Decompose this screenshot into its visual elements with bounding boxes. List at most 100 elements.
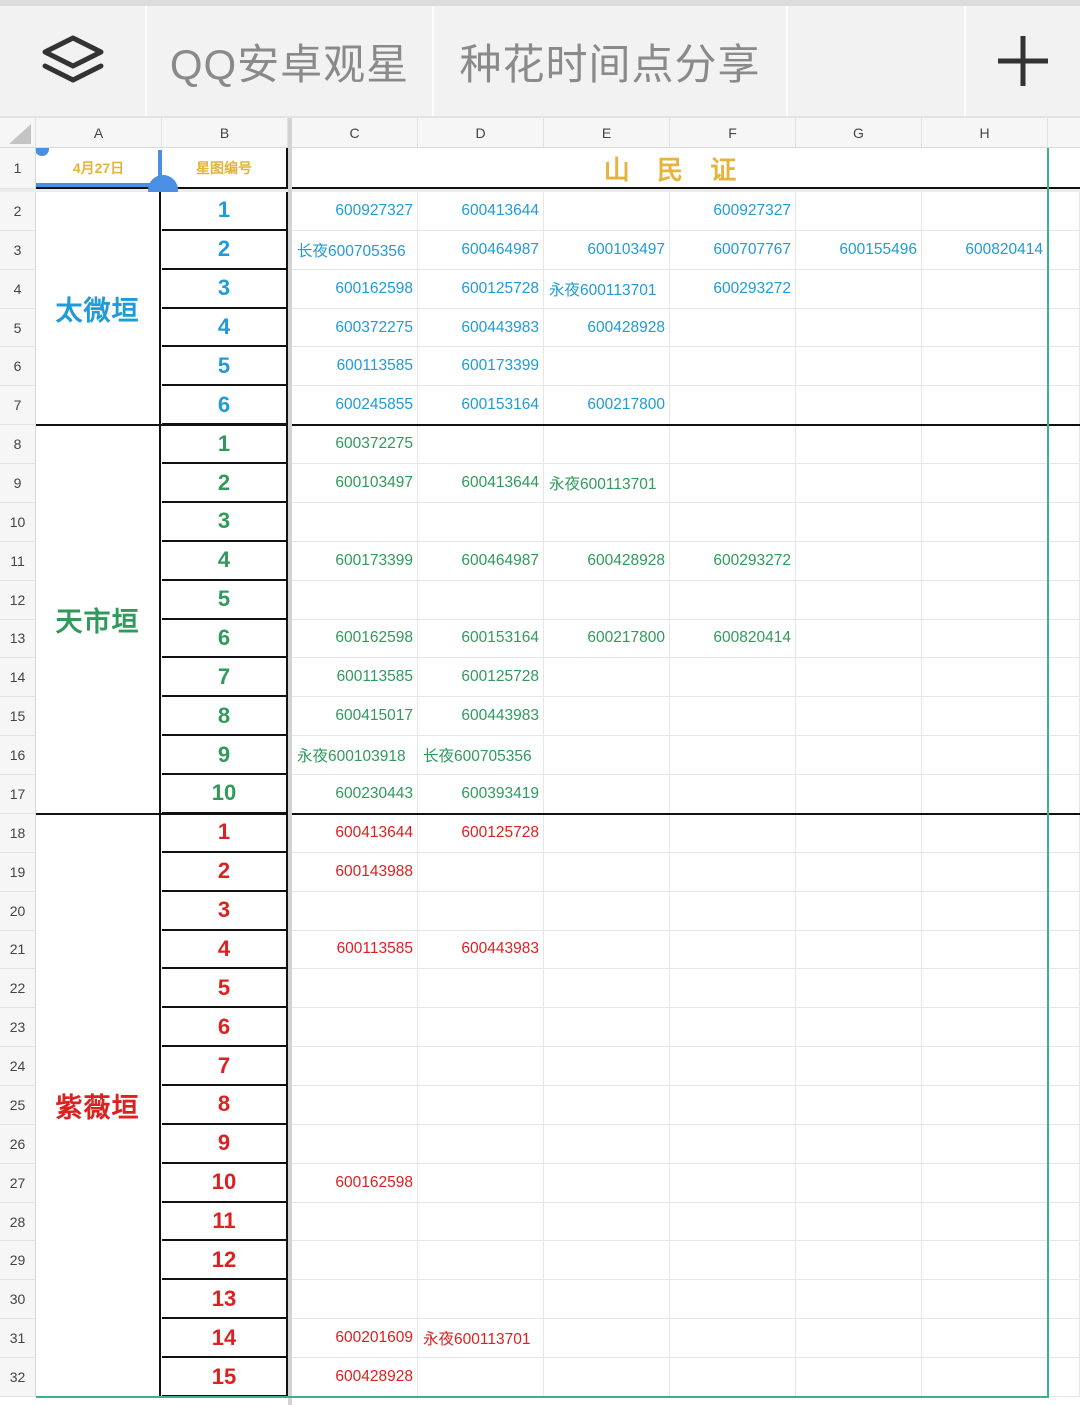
stock-code-cell[interactable] [544,1163,670,1203]
chart-number-cell[interactable]: 3 [162,502,288,542]
stock-code-cell[interactable] [796,541,922,581]
freeze-pane-vertical[interactable] [288,118,292,1405]
chart-number-cell[interactable]: 5 [162,347,288,387]
stock-code-cell[interactable] [670,1358,796,1397]
stock-code-cell[interactable]: 600155496 [796,230,922,270]
stock-code-cell[interactable] [922,541,1048,581]
stock-code-cell[interactable] [670,1086,796,1125]
tab-qq-android[interactable]: QQ安卓观星 [145,6,432,116]
stock-code-cell[interactable] [544,697,670,737]
stock-code-cell[interactable] [544,969,670,1009]
overflow-column-cell[interactable] [1048,891,1080,931]
stock-code-cell[interactable] [418,425,544,465]
stock-code-cell[interactable]: 600393419 [418,775,544,814]
stock-code-cell[interactable] [796,852,922,892]
stock-code-cell[interactable] [544,1047,670,1086]
column-header-c[interactable]: C [292,118,418,147]
stock-code-cell[interactable]: 600125728 [418,269,544,309]
stock-code-cell[interactable] [544,930,670,970]
chart-number-cell[interactable]: 2 [162,464,288,503]
stock-code-cell[interactable]: 600415017 [292,697,418,737]
column-header-f[interactable]: F [670,118,796,147]
sheet-title-cell[interactable]: 山 民 证 [292,148,1048,188]
overflow-column-cell[interactable] [1048,1202,1080,1242]
stock-code-cell[interactable] [922,386,1048,426]
stock-code-cell[interactable] [292,1202,418,1242]
group-label-cell[interactable]: 紫薇垣 [36,813,161,1397]
chart-number-cell[interactable]: 10 [162,1163,288,1203]
stock-code-cell[interactable] [922,347,1048,387]
stock-code-cell[interactable] [544,852,670,892]
overflow-column-cell[interactable] [1048,1358,1080,1397]
stock-code-cell[interactable] [418,891,544,931]
stock-code-cell[interactable]: 永夜600113701 [544,269,670,309]
stock-code-cell[interactable] [922,697,1048,737]
stock-code-cell[interactable] [670,308,796,348]
stock-code-cell[interactable]: 永夜600103918 [292,736,418,776]
row-header[interactable]: 17 [0,775,36,814]
stock-code-cell[interactable] [418,580,544,620]
row-header[interactable]: 22 [0,969,36,1009]
stock-code-cell[interactable] [292,1047,418,1086]
stock-code-cell[interactable]: 600217800 [544,386,670,426]
stock-code-cell[interactable]: 600153164 [418,619,544,659]
stock-code-cell[interactable] [544,1086,670,1125]
stock-code-cell[interactable] [292,969,418,1009]
chart-number-cell[interactable]: 6 [162,1008,288,1048]
stock-code-cell[interactable]: 600162598 [292,1163,418,1203]
stock-code-cell[interactable] [418,1358,544,1397]
stock-code-cell[interactable] [922,852,1048,892]
stock-code-cell[interactable] [796,736,922,776]
stock-code-cell[interactable] [796,1358,922,1397]
stock-code-cell[interactable] [670,697,796,737]
stock-code-cell[interactable] [796,813,922,853]
group-label-cell[interactable]: 天市垣 [36,425,161,814]
stock-code-cell[interactable] [670,736,796,776]
stock-code-cell[interactable] [922,425,1048,465]
overflow-column-cell[interactable] [1048,736,1080,776]
column-header-e[interactable]: E [544,118,670,147]
stock-code-cell[interactable]: 600413644 [418,192,544,231]
overflow-column-cell[interactable] [1048,658,1080,698]
overflow-column-cell[interactable] [1048,192,1080,231]
column-header-b[interactable]: B [162,118,288,147]
chart-number-cell[interactable]: 15 [162,1358,288,1397]
chart-number-cell[interactable]: 13 [162,1280,288,1320]
stock-code-cell[interactable] [292,1280,418,1320]
stock-code-cell[interactable] [922,464,1048,503]
stock-code-cell[interactable] [922,891,1048,931]
row-header[interactable]: 3 [0,230,36,270]
stock-code-cell[interactable] [796,580,922,620]
row-header[interactable]: 4 [0,269,36,309]
stock-code-cell[interactable] [544,1358,670,1397]
stock-code-cell[interactable] [796,1008,922,1048]
stock-code-cell[interactable] [922,1358,1048,1397]
stock-code-cell[interactable] [922,1280,1048,1320]
stock-code-cell[interactable] [670,425,796,465]
stock-code-cell[interactable]: 600927327 [292,192,418,231]
stock-code-cell[interactable] [544,425,670,465]
stock-code-cell[interactable]: 长夜600705356 [292,230,418,270]
stock-code-cell[interactable] [418,1086,544,1125]
stock-code-cell[interactable] [544,775,670,814]
row-header[interactable]: 10 [0,502,36,542]
stock-code-cell[interactable]: 600153164 [418,386,544,426]
column-header-g[interactable]: G [796,118,922,147]
stock-code-cell[interactable] [796,775,922,814]
stock-code-cell[interactable]: 600413644 [418,464,544,503]
stock-code-cell[interactable]: 600927327 [670,192,796,231]
stock-code-cell[interactable]: 600428928 [544,308,670,348]
chart-number-cell[interactable]: 7 [162,658,288,698]
row-header[interactable]: 28 [0,1202,36,1242]
stock-code-cell[interactable] [796,192,922,231]
stock-code-cell[interactable] [670,852,796,892]
chart-number-cell[interactable]: 2 [162,230,288,270]
stock-code-cell[interactable]: 600113585 [292,658,418,698]
stock-code-cell[interactable] [796,308,922,348]
stock-code-cell[interactable]: 600162598 [292,619,418,659]
overflow-column-cell[interactable] [1048,464,1080,503]
stock-code-cell[interactable] [796,1241,922,1281]
stock-code-cell[interactable] [418,1241,544,1281]
row-header[interactable]: 15 [0,697,36,737]
stock-code-cell[interactable]: 600113585 [292,930,418,970]
